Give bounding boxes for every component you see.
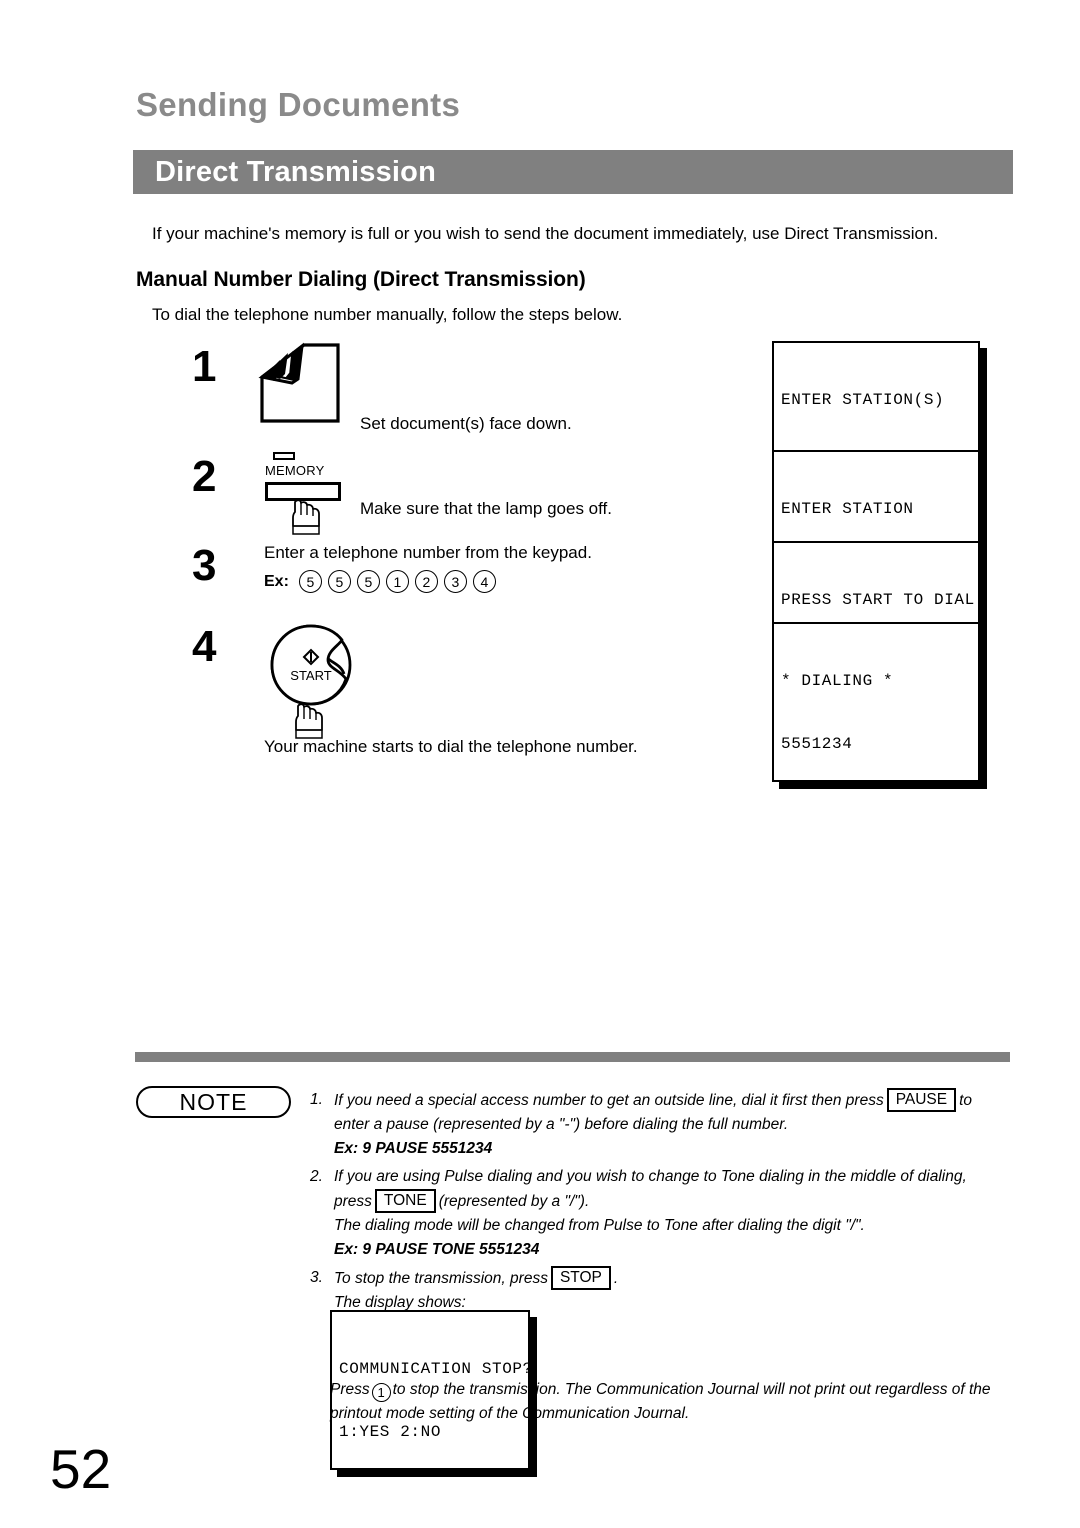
note-item-1: 1. If you need a special access number t…: [310, 1088, 1030, 1161]
subsection-heading: Manual Number Dialing (Direct Transmissi…: [136, 268, 586, 291]
note-text-b: (represented by a "/").: [438, 1193, 590, 1210]
stop-key[interactable]: STOP: [550, 1266, 611, 1290]
note-text-line: press TONE (represented by a "/").: [334, 1189, 1030, 1214]
note-text-a: If you need a special access number to g…: [334, 1092, 884, 1109]
note-badge: NOTE: [136, 1086, 291, 1118]
keypad-digit: 5: [356, 570, 380, 593]
svg-text:START: START: [290, 668, 331, 683]
note-item-2: 2. If you are using Pulse dialing and yo…: [310, 1165, 1030, 1262]
start-key-icon[interactable]: START: [268, 622, 354, 708]
note-text-a: press: [334, 1193, 372, 1210]
note-text-a: To stop the transmission, press: [334, 1270, 548, 1287]
note-list: 1. If you need a special access number t…: [310, 1088, 1030, 1319]
note-text-b: .: [613, 1270, 619, 1287]
page-number: 52: [50, 1438, 112, 1500]
note-item-3: 3. To stop the transmission, press STOP. …: [310, 1266, 1030, 1315]
lcd-line-1: COMMUNICATION STOP?: [339, 1360, 533, 1378]
section-title: Direct Transmission: [155, 156, 437, 188]
step-number-1: 1: [192, 342, 217, 391]
keypad-digit: 5: [298, 570, 322, 593]
intro-paragraph: If your machine's memory is full or you …: [152, 224, 939, 243]
step-number-2: 2: [192, 452, 217, 501]
note-text-line: The dialing mode will be changed from Pu…: [334, 1217, 865, 1234]
note-text-line: If you need a special access number to g…: [334, 1088, 1030, 1113]
chapter-title: Sending Documents: [136, 86, 461, 123]
note-final-b: to stop the transmission. The Communicat…: [392, 1381, 965, 1398]
section-header-band: Direct Transmission: [133, 150, 1013, 194]
note-text-b: to: [959, 1092, 973, 1109]
step3-example-row: Ex: 5 5 5 1 2 3 4: [264, 570, 496, 593]
section-divider: [135, 1052, 1010, 1062]
pressing-finger-icon: [288, 700, 328, 740]
keypad-digit: 1: [385, 570, 409, 593]
lcd-line-2: 5551234: [781, 735, 853, 753]
lcd-line-1: ENTER STATION: [781, 500, 914, 518]
tone-key[interactable]: TONE: [374, 1189, 436, 1213]
step-text-3: Enter a telephone number from the keypad…: [264, 543, 592, 562]
step-number-4: 4: [192, 622, 217, 671]
memory-lamp-led: [273, 452, 295, 460]
note-text-line: If you are using Pulse dialing and you w…: [334, 1168, 967, 1185]
note-text-line: To stop the transmission, press STOP.: [334, 1266, 1030, 1291]
memory-lamp-label: MEMORY: [265, 463, 325, 478]
note-example: Ex: 9 PAUSE TONE 5551234: [334, 1241, 540, 1258]
note-marker: 2.: [310, 1168, 323, 1185]
pause-key[interactable]: PAUSE: [886, 1088, 957, 1112]
note-example: Ex: 9 PAUSE 5551234: [334, 1140, 493, 1157]
keypad-digit-one: 1: [371, 1383, 391, 1402]
example-label: Ex:: [264, 572, 289, 590]
pressing-finger-icon: [285, 496, 325, 536]
keypad-digit: 3: [443, 570, 467, 593]
keypad-digit: 5: [327, 570, 351, 593]
step-text-2: Make sure that the lamp goes off.: [360, 499, 612, 518]
document-stack-icon: [258, 341, 342, 425]
step-number-3: 3: [192, 541, 217, 590]
lcd-line-1: ENTER STATION(S): [781, 391, 945, 409]
lcd-line-1: * DIALING *: [781, 672, 894, 690]
lcd-display-4: * DIALING * 5551234: [772, 622, 980, 782]
note-final-a: Press: [330, 1381, 370, 1398]
note-text-line: enter a pause (represented by a "-") bef…: [334, 1116, 789, 1133]
lcd-line-1: PRESS START TO DIAL: [781, 591, 975, 609]
subsection-intro: To dial the telephone number manually, f…: [152, 305, 623, 324]
keypad-digit: 4: [472, 570, 496, 593]
keypad-digit: 2: [414, 570, 438, 593]
step-text-1: Set document(s) face down.: [360, 414, 572, 433]
note-final-paragraph: Press 1 to stop the transmission. The Comm…: [330, 1378, 1030, 1426]
note-marker: 3.: [310, 1269, 323, 1286]
step-text-4: Your machine starts to dial the telephon…: [264, 737, 638, 756]
note-marker: 1.: [310, 1091, 323, 1108]
